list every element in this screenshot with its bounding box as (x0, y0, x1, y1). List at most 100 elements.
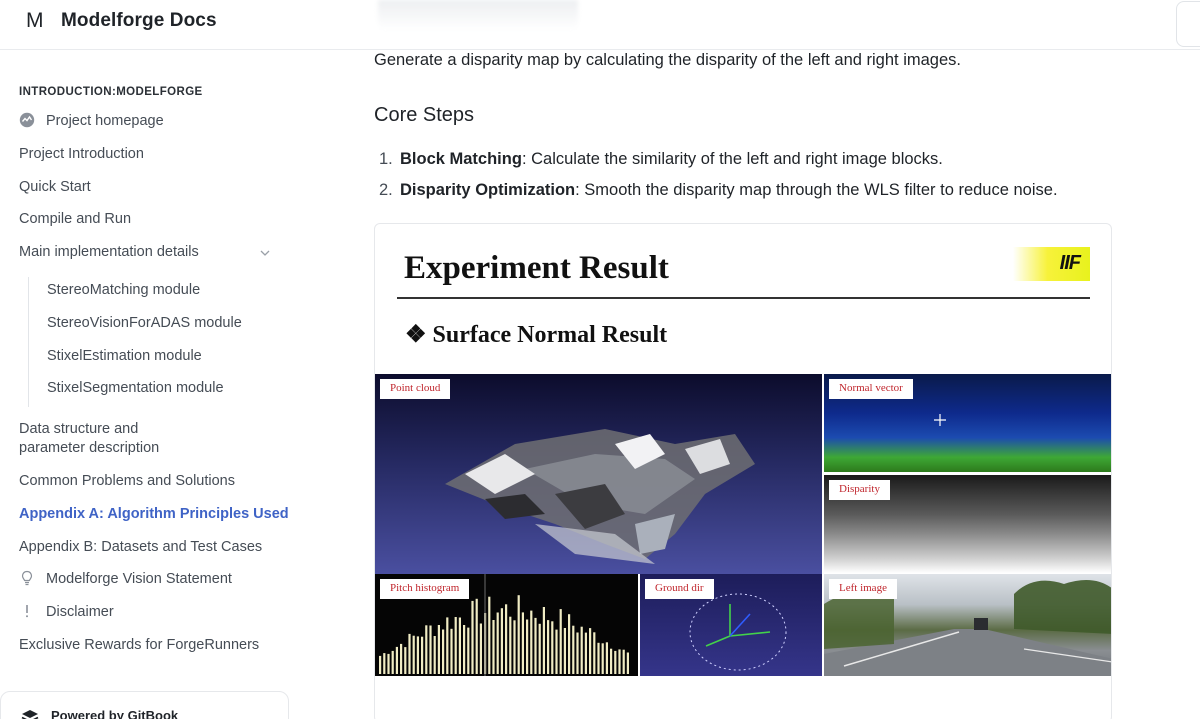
histogram-bar (626, 652, 629, 674)
point-cloud-image (445, 429, 755, 564)
step-term: Disparity Optimization (400, 181, 576, 199)
histogram-bar (580, 626, 583, 674)
sidebar-item-label: Modelforge Vision Statement (46, 571, 232, 587)
sidebar-item-quick-start[interactable]: Quick Start (19, 178, 91, 197)
sidebar-item-appendix-b[interactable]: Appendix B: Datasets and Test Cases (19, 538, 262, 557)
histogram-bar (542, 607, 545, 674)
step-text: : Smooth the disparity map through the W… (575, 181, 1058, 199)
histogram-bar (416, 636, 419, 674)
sidebar-subitem-stixelestimation[interactable]: StixelEstimation module (47, 347, 202, 366)
sidebar-item-label: Disclaimer (46, 604, 114, 620)
histogram-bar (601, 643, 604, 674)
sidebar-item-common-problems[interactable]: Common Problems and Solutions (19, 472, 235, 491)
histogram-bar (555, 629, 558, 674)
site-title[interactable]: Modelforge Docs (61, 9, 217, 33)
histogram-bar (589, 628, 592, 674)
histogram-bar (559, 609, 562, 674)
sidebar-item-vision-statement[interactable]: Modelforge Vision Statement (19, 570, 232, 589)
sidebar-item-label: parameter description (19, 440, 160, 456)
sidebar-item-appendix-a[interactable]: Appendix A: Algorithm Principles Used (19, 505, 289, 524)
gitbook-icon (21, 710, 39, 719)
sidebar-nav: INTRODUCTION:MODELFORGE Project homepage… (0, 51, 300, 719)
histogram-bar (563, 628, 566, 674)
histogram-bar (618, 649, 621, 674)
sidebar-subitem-stereovisionforadas[interactable]: StereoVisionForADAS module (47, 314, 242, 333)
histogram-bar (454, 617, 457, 674)
submenu-guide-line (28, 277, 29, 407)
sidebar-subitem-stereomatching[interactable]: StereoMatching module (47, 281, 200, 300)
panel-label: Disparity (829, 480, 890, 500)
histogram-bar (547, 620, 550, 674)
histogram-bar (614, 650, 617, 674)
step-item: 1. Block Matching: Calculate the similari… (379, 150, 943, 169)
sidebar-section-title: INTRODUCTION:MODELFORGE (19, 86, 203, 98)
sidebar-item-disclaimer[interactable]: Disclaimer (19, 603, 114, 622)
histogram-bar (471, 600, 474, 674)
histogram-bar (433, 636, 436, 674)
histogram-bar (467, 627, 470, 674)
chevron-down-icon[interactable] (258, 246, 272, 260)
histogram-bar (530, 610, 533, 674)
search-button[interactable] (1176, 1, 1200, 47)
sidebar-item-compile-and-run[interactable]: Compile and Run (19, 210, 131, 229)
panel-label: Pitch histogram (380, 579, 470, 599)
histogram-bar (421, 636, 424, 674)
histogram-bar (513, 620, 516, 674)
histogram-bar (622, 649, 625, 674)
panel-label: Point cloud (380, 379, 451, 399)
histogram-bar (597, 642, 600, 674)
histogram-bar (425, 625, 428, 674)
sidebar-item-main-implementation[interactable]: Main implementation details (19, 243, 199, 262)
histogram-bar (458, 617, 461, 674)
histogram-bar (551, 621, 554, 674)
histogram-bar (517, 595, 520, 674)
histogram-bar (412, 635, 415, 674)
histogram-bar (442, 629, 445, 674)
powered-by-gitbook[interactable]: Powered by GitBook (0, 691, 289, 719)
lead-paragraph: Generate a disparity map by calculating … (374, 51, 961, 69)
histogram-bar (610, 648, 613, 674)
histogram-bar (576, 632, 579, 674)
figure-divider (397, 297, 1090, 299)
globe-icon (19, 112, 35, 128)
left-image-panel: Left image (824, 574, 1111, 676)
histogram-bar (509, 616, 512, 674)
histogram-bar (379, 655, 382, 674)
step-number: 2. (379, 181, 393, 199)
sidebar-item-project-introduction[interactable]: Project Introduction (19, 145, 144, 164)
sidebar-item-label: Data structure and (19, 421, 139, 437)
figure-logo: IIF (1013, 247, 1090, 281)
histogram-bar (446, 617, 449, 674)
figure-logo-text: IIF (1059, 252, 1081, 274)
histogram-bar (521, 612, 524, 674)
histogram-bar (584, 632, 587, 674)
histogram-bar (479, 623, 482, 674)
step-text: : Calculate the similarity of the left a… (521, 150, 943, 168)
sidebar-item-project-homepage[interactable]: Project homepage (19, 112, 164, 131)
sidebar-subitem-stixelsegmentation[interactable]: StixelSegmentation module (47, 379, 224, 398)
histogram-bar (400, 643, 403, 674)
disparity-panel: Disparity (824, 475, 1111, 573)
histogram-bar (475, 598, 478, 674)
histogram-bar (429, 625, 432, 674)
histogram-bar (496, 612, 499, 674)
sidebar-item-data-structure[interactable]: Data structure and parameter description (19, 420, 159, 458)
histogram-bar (505, 604, 508, 674)
ground-dir-panel: Ground dir (640, 574, 822, 676)
step-item: 2. Disparity Optimization: Smooth the dis… (379, 181, 1058, 200)
section-heading: Core Steps (374, 104, 475, 126)
top-header: M Modelforge Docs (0, 0, 1200, 50)
histogram-bar (387, 653, 390, 674)
histogram-bar (395, 646, 398, 674)
histogram-bar (593, 632, 596, 674)
figure-title: Experiment Result (404, 250, 669, 286)
site-logo[interactable]: M (26, 9, 46, 33)
histogram-bar (404, 647, 407, 674)
histogram-bar (568, 614, 571, 674)
histogram-bar (492, 620, 495, 674)
experiment-result-figure: Experiment Result IIF ❖ Surface Normal R… (374, 223, 1112, 719)
figure-subtitle: ❖ Surface Normal Result (405, 322, 668, 348)
step-number: 1. (379, 150, 393, 168)
histogram-bar (488, 596, 491, 674)
sidebar-item-exclusive-rewards[interactable]: Exclusive Rewards for ForgeRunners (19, 636, 259, 655)
